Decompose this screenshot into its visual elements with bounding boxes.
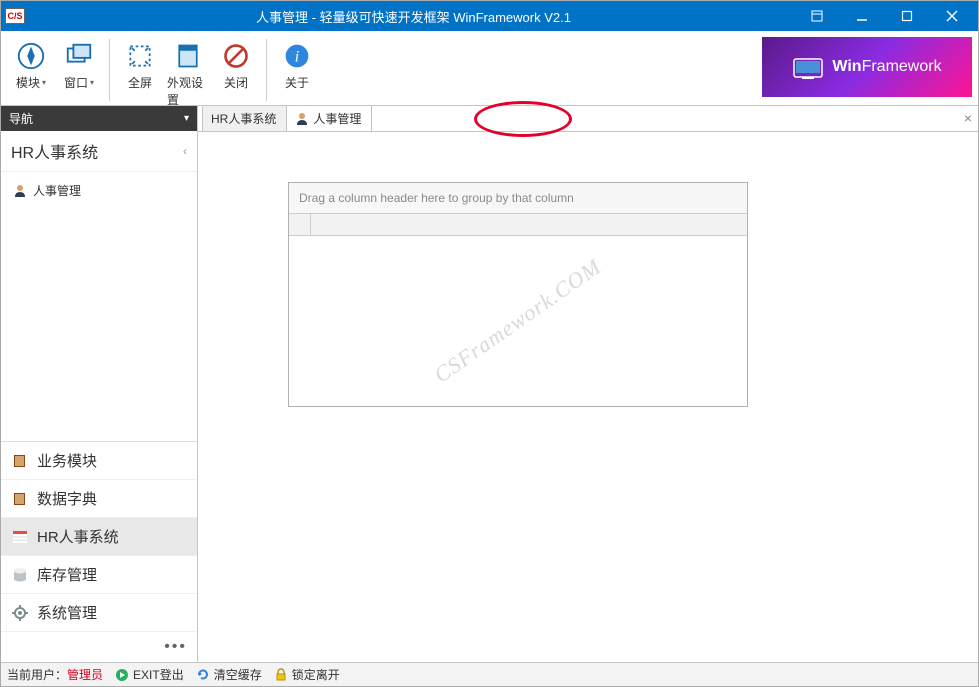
grid-group-panel[interactable]: Drag a column header here to group by th…: [289, 183, 747, 214]
window-button[interactable]: 窗口▾: [55, 35, 103, 96]
watermark-text: CSFramework.COM: [430, 254, 607, 389]
nav-mod-label: 数据字典: [37, 488, 97, 509]
sidebar-title-text: 导航: [9, 110, 33, 127]
chevron-left-icon: ‹: [183, 144, 187, 158]
content-area: HR人事系统 人事管理 × Drag a column header here …: [198, 106, 978, 662]
nav-mod-business[interactable]: 业务模块: [1, 442, 197, 480]
brand-logo: WinFramework: [762, 37, 972, 97]
fullscreen-label: 全屏: [128, 74, 152, 91]
grid-indicator-col: [289, 214, 311, 235]
tab-label: 人事管理: [313, 110, 361, 127]
calendar-icon: [11, 528, 29, 546]
grid-column-header[interactable]: [289, 214, 747, 236]
nav-tree-item-hr-mgmt[interactable]: 人事管理: [5, 178, 193, 203]
nav-mod-stock[interactable]: 库存管理: [1, 556, 197, 594]
window-label: 窗口: [64, 74, 88, 91]
nav-section-title: HR人事系统: [11, 139, 98, 163]
ribbon-separator: [266, 39, 267, 101]
close-all-tabs-button[interactable]: ×: [964, 110, 972, 126]
nav-spacer: [1, 209, 197, 441]
title-bar: C/S 人事管理 - 轻量级可快速开发框架 WinFramework V2.1: [1, 1, 978, 31]
tab-content: Drag a column header here to group by th…: [198, 132, 978, 662]
fullscreen-button[interactable]: 全屏: [116, 35, 164, 96]
close-window-button[interactable]: [929, 1, 974, 31]
sidebar: 导航 ▾ HR人事系统 ‹ 人事管理 业务模块 数据字典: [1, 106, 198, 662]
dropdown-icon: ▾: [42, 78, 46, 87]
book-icon: [11, 490, 29, 508]
database-icon: [11, 566, 29, 584]
person-icon: [13, 184, 27, 198]
module-label: 模块: [16, 74, 40, 91]
tab-hr-system[interactable]: HR人事系统: [202, 105, 287, 131]
nav-mod-label: 业务模块: [37, 450, 97, 471]
current-user-value: 管理员: [67, 668, 103, 682]
nav-module-list: 业务模块 数据字典 HR人事系统 库存管理 系统管理 •••: [1, 441, 197, 662]
chevron-down-icon: ▾: [184, 113, 189, 124]
current-user-label: 当前用户：管理员: [7, 666, 103, 683]
grid-body: CSFramework.COM: [289, 236, 747, 406]
close-label: 关闭: [224, 74, 248, 91]
sidebar-header[interactable]: 导航 ▾: [1, 106, 197, 131]
fullscreen-icon: [124, 40, 156, 72]
window-title: 人事管理 - 轻量级可快速开发框架 WinFramework V2.1: [33, 7, 794, 26]
data-grid[interactable]: Drag a column header here to group by th…: [288, 182, 748, 407]
minimize-button[interactable]: [839, 1, 884, 31]
status-bar: 当前用户：管理员 EXIT登出 清空缓存 锁定离开: [1, 662, 978, 686]
maximize-button[interactable]: [884, 1, 929, 31]
appearance-label: 外观设置: [167, 74, 209, 108]
gear-icon: [11, 604, 29, 622]
module-button[interactable]: 模块▾: [7, 35, 55, 96]
svg-text:i: i: [295, 48, 299, 65]
main-area: 导航 ▾ HR人事系统 ‹ 人事管理 业务模块 数据字典: [1, 106, 978, 662]
window-controls: [794, 1, 974, 31]
about-label: 关于: [285, 74, 309, 91]
tab-label: HR人事系统: [211, 110, 276, 127]
nav-mod-hr[interactable]: HR人事系统: [1, 518, 197, 556]
windows-icon: [63, 40, 95, 72]
ribbon-separator: [109, 39, 110, 101]
logout-label: EXIT登出: [133, 666, 184, 683]
nav-tree: 人事管理: [1, 172, 197, 209]
about-button[interactable]: i 关于: [273, 35, 321, 96]
book-icon: [11, 452, 29, 470]
logo-bold: Win: [832, 58, 861, 75]
forbidden-icon: [220, 40, 252, 72]
info-icon: i: [281, 40, 313, 72]
ribbon-toggle-button[interactable]: [794, 1, 839, 31]
logout-button[interactable]: EXIT登出: [115, 666, 184, 683]
lock-button[interactable]: 锁定离开: [274, 666, 340, 683]
exit-icon: [115, 668, 129, 682]
nav-mod-label: 系统管理: [37, 602, 97, 623]
logo-light: Framework: [862, 58, 942, 75]
tab-hr-mgmt[interactable]: 人事管理: [286, 105, 372, 131]
appearance-button[interactable]: 外观设置: [164, 35, 212, 113]
clear-cache-label: 清空缓存: [214, 666, 262, 683]
nav-mod-dict[interactable]: 数据字典: [1, 480, 197, 518]
close-tab-button[interactable]: 关闭: [212, 35, 260, 96]
clear-cache-button[interactable]: 清空缓存: [196, 666, 262, 683]
nav-more-button[interactable]: •••: [1, 632, 197, 662]
ribbon-toolbar: 模块▾ 窗口▾ 全屏 外观设置 关闭: [1, 31, 978, 106]
lock-label: 锁定离开: [292, 666, 340, 683]
nav-section-header[interactable]: HR人事系统 ‹: [1, 131, 197, 172]
nav-mod-system[interactable]: 系统管理: [1, 594, 197, 632]
refresh-icon: [196, 668, 210, 682]
dropdown-icon: ▾: [90, 78, 94, 87]
nav-mod-label: HR人事系统: [37, 526, 119, 547]
lock-icon: [274, 668, 288, 682]
app-icon: C/S: [5, 8, 25, 24]
tab-strip: HR人事系统 人事管理 ×: [198, 106, 978, 132]
nav-tree-item-label: 人事管理: [33, 182, 81, 199]
person-icon: [295, 112, 309, 126]
theme-icon: [172, 40, 204, 72]
nav-mod-label: 库存管理: [37, 564, 97, 585]
compass-icon: [15, 40, 47, 72]
